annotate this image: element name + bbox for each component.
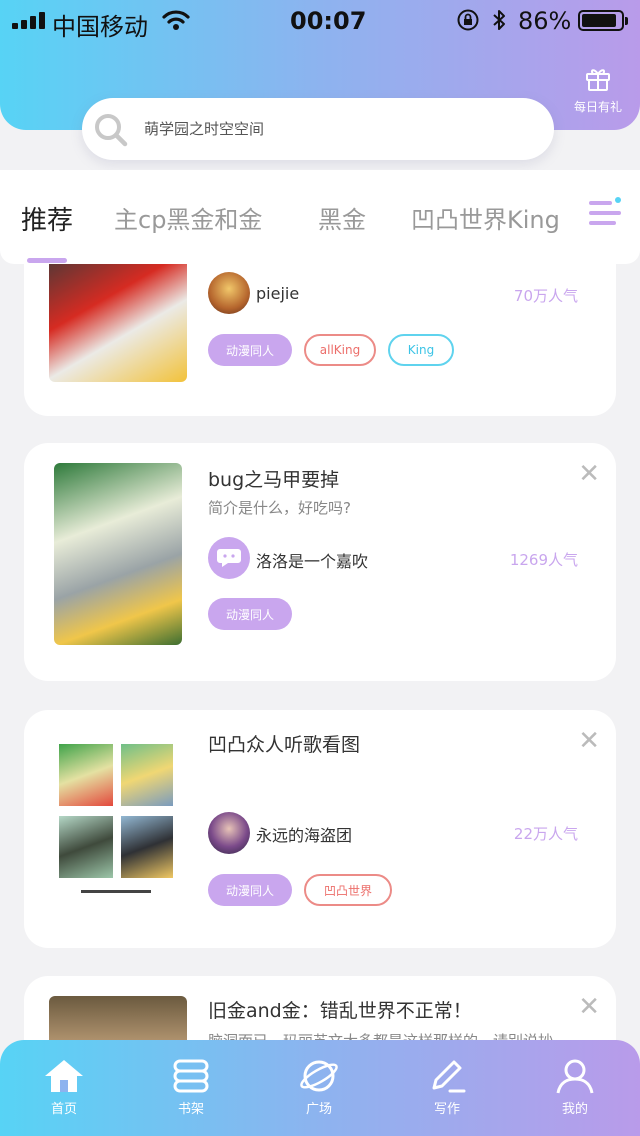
tag[interactable]: allKing xyxy=(304,334,376,366)
bookshelf-icon xyxy=(173,1059,209,1093)
category-menu-icon[interactable] xyxy=(588,196,624,234)
book-description: 简介是什么，好吃吗? xyxy=(208,499,351,517)
home-icon xyxy=(45,1060,83,1092)
avatar[interactable] xyxy=(208,272,250,314)
book-cover[interactable] xyxy=(49,996,187,1040)
battery-icon xyxy=(578,10,628,31)
book-cover[interactable] xyxy=(49,730,187,912)
nav-label: 广场 xyxy=(305,1102,332,1117)
category-tabs: 推荐 主cp黑金和金 黑金 凹凸世界King xyxy=(0,170,640,264)
gift-icon xyxy=(586,69,610,91)
search-bar[interactable] xyxy=(82,98,554,160)
nav-profile[interactable]: 我的 xyxy=(535,1058,615,1117)
book-card[interactable]: 凹凸众人听歌看图 ✕ 永远的海盗团 22万人气 动漫同人 凹凸世界 xyxy=(24,710,616,948)
gift-label: 每日有礼 xyxy=(573,100,622,114)
pen-icon xyxy=(432,1060,466,1093)
tab-aotu-king[interactable]: 凹凸世界King xyxy=(411,200,560,235)
signal-icon xyxy=(12,11,45,29)
wifi-icon xyxy=(162,9,190,37)
book-card[interactable]: bug之马甲要掉 简介是什么，好吃吗? ✕ 洛洛是一个嘉吹 1269人气 动漫同… xyxy=(24,443,616,681)
nav-plaza[interactable]: 广场 xyxy=(279,1058,359,1117)
bottom-navigation: 首页 书架 广场 写作 我的 xyxy=(0,1040,640,1136)
tag[interactable]: 动漫同人 xyxy=(208,598,292,630)
tab-recommend[interactable]: 推荐 xyxy=(21,200,73,237)
tag[interactable]: 凹凸世界 xyxy=(304,874,392,906)
clock: 00:07 xyxy=(290,7,367,35)
nav-label: 我的 xyxy=(561,1102,588,1117)
author-name[interactable]: piejie xyxy=(256,284,299,303)
nav-label: 书架 xyxy=(177,1102,204,1117)
tag[interactable]: 动漫同人 xyxy=(208,334,292,366)
avatar[interactable] xyxy=(208,537,250,579)
chat-bubble-icon xyxy=(217,549,241,567)
tab-heijin[interactable]: 黑金 xyxy=(318,200,366,235)
search-input[interactable] xyxy=(144,114,524,144)
popularity-count: 22万人气 xyxy=(513,825,578,843)
nav-home[interactable]: 首页 xyxy=(24,1058,104,1117)
planet-icon xyxy=(300,1060,338,1092)
active-tab-indicator xyxy=(27,258,67,263)
close-icon[interactable]: ✕ xyxy=(578,728,600,754)
popularity-count: 70万人气 xyxy=(513,287,578,305)
user-icon xyxy=(556,1059,594,1094)
search-icon xyxy=(92,112,132,152)
book-card[interactable]: 旧金and金：错乱世界不正常！ 脑洞而已，玛丽苏文大多都是这样那样的，请别说抄 … xyxy=(24,976,616,1040)
bluetooth-icon xyxy=(490,8,508,38)
popularity-count: 1269人气 xyxy=(509,551,578,569)
book-cover[interactable] xyxy=(49,264,187,382)
tag[interactable]: King xyxy=(388,334,454,366)
battery-percent: 86% xyxy=(518,7,572,35)
avatar[interactable] xyxy=(208,812,250,854)
close-icon[interactable]: ✕ xyxy=(578,461,600,487)
nav-label: 首页 xyxy=(50,1102,77,1117)
book-cover[interactable] xyxy=(54,463,182,645)
nav-bookshelf[interactable]: 书架 xyxy=(151,1058,231,1117)
nav-label: 写作 xyxy=(433,1102,460,1117)
book-description: 脑洞而已，玛丽苏文大多都是这样那样的，请别说抄 xyxy=(208,1030,553,1040)
author-name[interactable]: 永远的海盗团 xyxy=(256,822,352,846)
carrier-label: 中国移动 xyxy=(52,13,148,41)
tab-main-cp[interactable]: 主cp黑金和金 xyxy=(114,200,262,235)
book-title[interactable]: 旧金and金：错乱世界不正常！ xyxy=(208,996,472,1023)
book-card[interactable]: piejie 70万人气 动漫同人 allKing King xyxy=(24,264,616,416)
author-name[interactable]: 洛洛是一个嘉吹 xyxy=(256,548,368,572)
rotation-lock-icon xyxy=(456,8,480,38)
book-title[interactable]: bug之马甲要掉 xyxy=(208,465,339,492)
status-bar: 中国移动 00:07 86% xyxy=(0,0,640,41)
book-title[interactable]: 凹凸众人听歌看图 xyxy=(208,730,360,757)
daily-gift-button[interactable]: 每日有礼 xyxy=(566,66,630,115)
tag[interactable]: 动漫同人 xyxy=(208,874,292,906)
nav-write[interactable]: 写作 xyxy=(407,1058,487,1117)
book-feed: piejie 70万人气 动漫同人 allKing King bug之马甲要掉 … xyxy=(0,264,640,1040)
close-icon[interactable]: ✕ xyxy=(578,994,600,1020)
